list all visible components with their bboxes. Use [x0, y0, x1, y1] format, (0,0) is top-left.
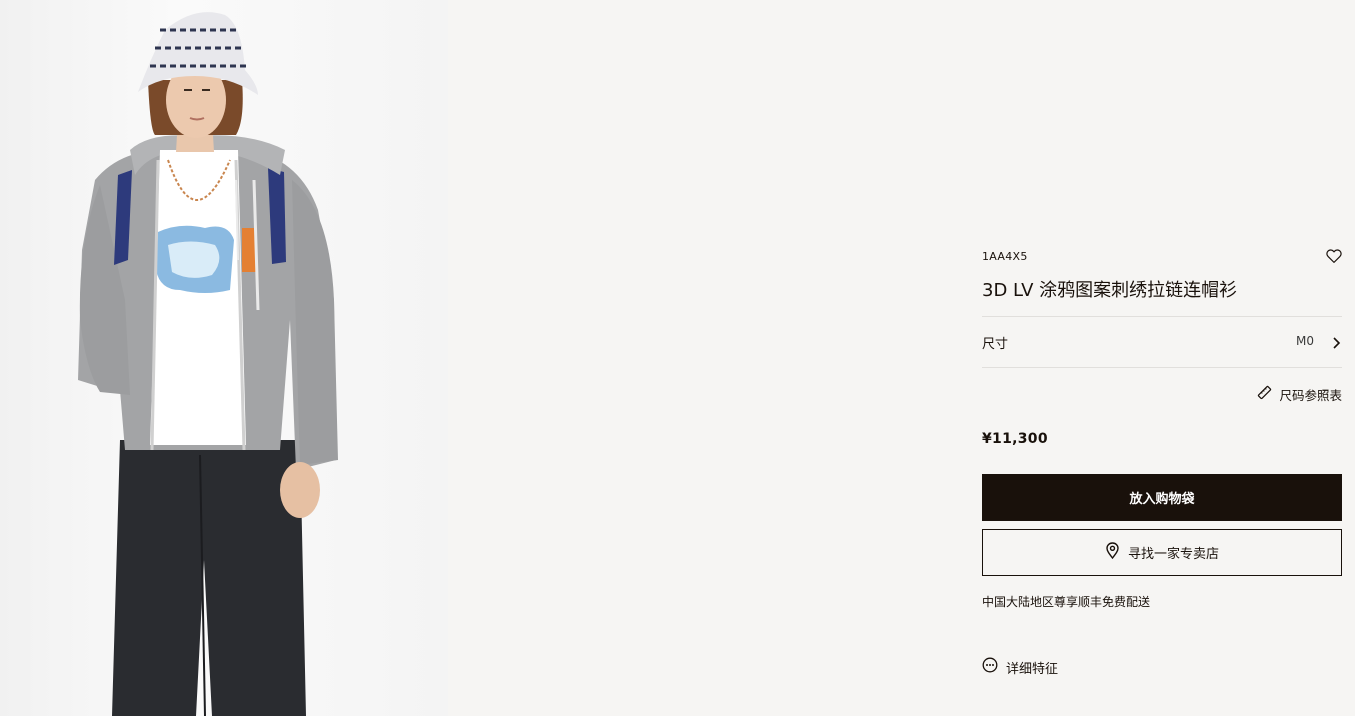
model-illustration	[78, 12, 338, 716]
product-price: ¥11,300	[982, 431, 1048, 447]
size-guide-link[interactable]: 尺码参照表	[1256, 385, 1342, 403]
product-image[interactable]	[0, 0, 448, 716]
size-selector[interactable]: 尺寸 M0	[982, 318, 1342, 366]
chevron-right-icon	[1330, 335, 1342, 349]
details-label: 详细特征	[1006, 661, 1059, 677]
product-title: 3D LV 涂鸦图案刺绣拉链连帽衫	[982, 280, 1238, 301]
divider	[982, 367, 1342, 368]
product-sku: 1AA4X5	[982, 250, 1028, 263]
find-store-button[interactable]: 寻找一家专卖店	[982, 529, 1342, 576]
ruler-icon	[1256, 384, 1273, 404]
product-info-panel: 1AA4X5 3D LV 涂鸦图案刺绣拉链连帽衫 尺寸 M0 尺码参照表 ¥11…	[982, 0, 1342, 716]
details-link[interactable]: 详细特征	[982, 657, 1058, 677]
size-guide-label: 尺码参照表	[1279, 387, 1342, 403]
divider	[982, 316, 1342, 317]
size-value: M0	[1296, 334, 1314, 348]
more-dots-icon	[982, 657, 998, 677]
size-label: 尺寸	[982, 337, 1009, 352]
heart-icon[interactable]	[1325, 247, 1343, 265]
add-to-bag-button[interactable]: 放入购物袋	[982, 474, 1342, 521]
shipping-note: 中国大陆地区尊享顺丰免费配送	[982, 595, 1151, 609]
location-pin-icon	[1105, 542, 1120, 563]
find-store-label: 寻找一家专卖店	[1127, 547, 1219, 562]
